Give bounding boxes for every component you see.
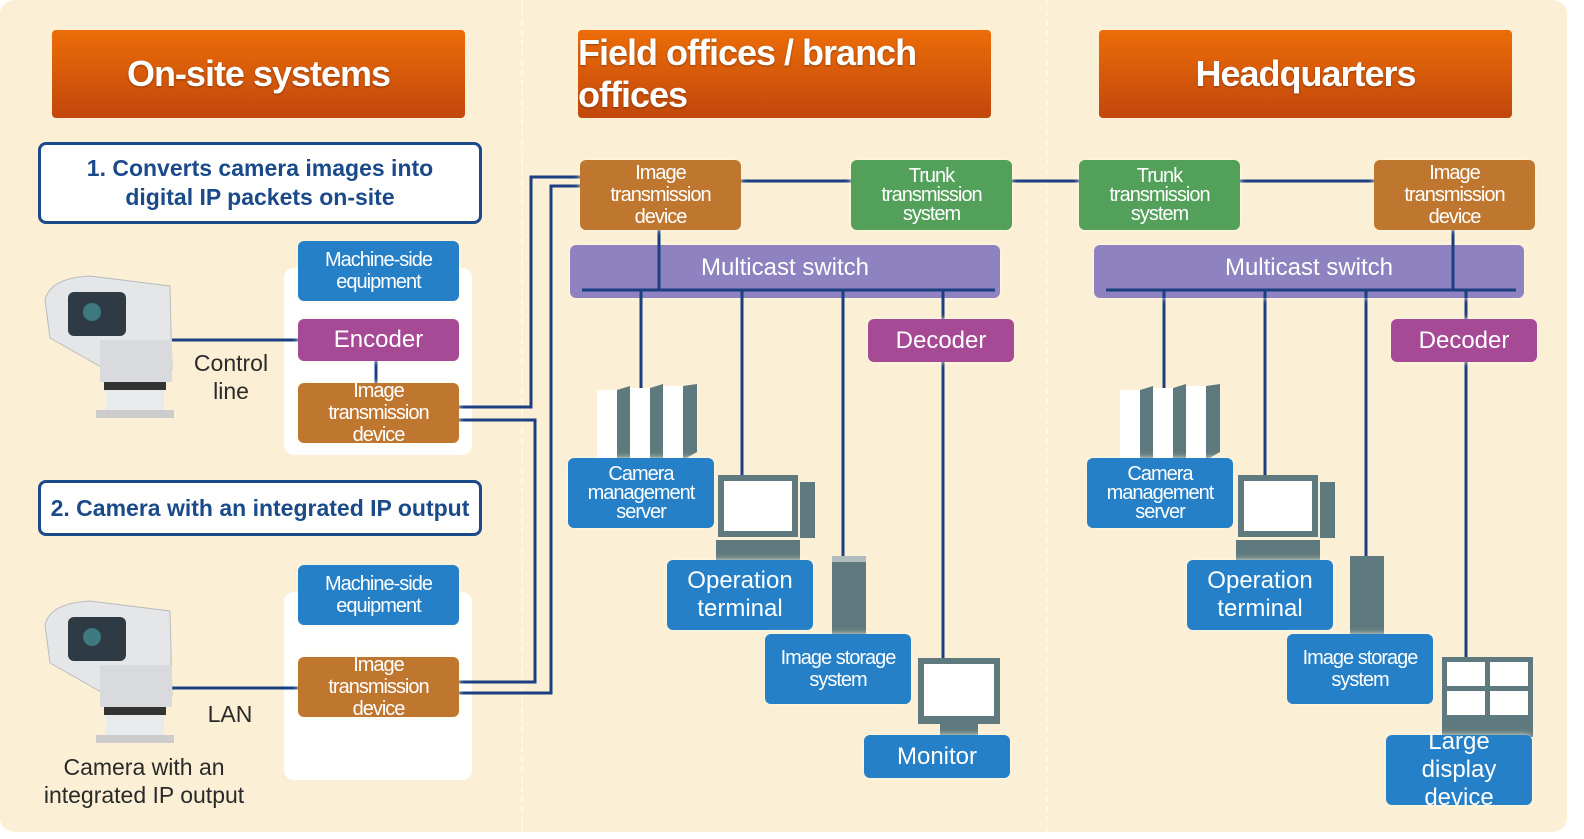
trunk-transmission-system-hq: Trunk transmission system — [1079, 160, 1240, 230]
large-display-device-hq: Large display device — [1386, 728, 1532, 811]
image-storage-system-hq: Image storage system — [1287, 634, 1433, 704]
hq-bus-line — [1106, 230, 1516, 298]
decoder-hq: Decoder — [1391, 319, 1537, 362]
operation-terminal-hq: Operation terminal — [1187, 560, 1333, 630]
camera-management-server-hq: Camera management server — [1087, 458, 1233, 528]
image-transmission-device-hq: Image transmission device — [1374, 160, 1535, 230]
